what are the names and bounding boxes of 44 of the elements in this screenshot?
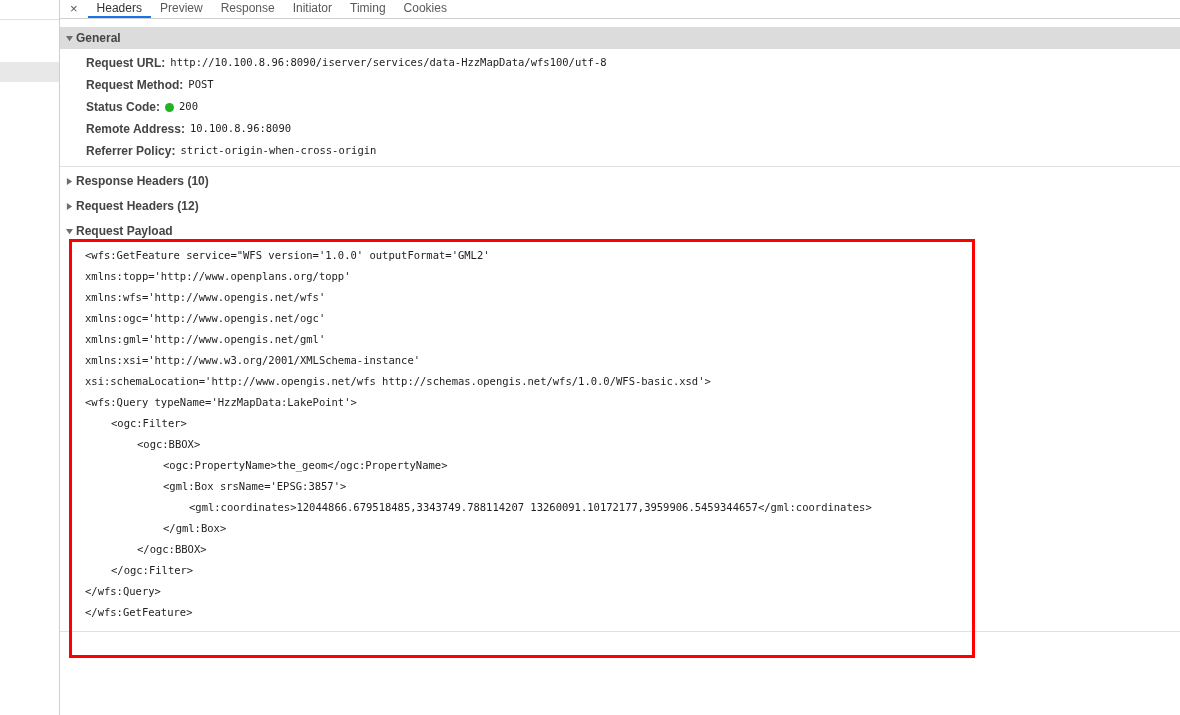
code-line: xmlns:xsi='http://www.w3.org/2001/XMLSchema-instance' xyxy=(85,352,421,368)
field-value: http://10.100.8.96:8090/iserver/services/data-HzzMapData/wfs100/utf-8 xyxy=(170,55,607,71)
code-line: xsi:schemaLocation='http://www.opengis.net/wfs http://schemas.opengis.net/wfs/1.0.0/WFS-basic.xsd'> xyxy=(85,373,711,389)
close-button[interactable]: × xyxy=(68,0,80,18)
tab[interactable]: Response xyxy=(211,0,284,18)
code-line: </ogc:BBOX> xyxy=(137,541,207,557)
tab[interactable]: Headers xyxy=(87,0,151,18)
expanded-triangle-icon xyxy=(66,227,73,235)
tab[interactable]: Timing xyxy=(341,0,395,18)
tab[interactable]: Preview xyxy=(150,0,212,18)
code-line: <gml:Box srsName='EPSG:3857'> xyxy=(163,478,347,494)
section-header[interactable]: Request Payload xyxy=(60,220,1180,242)
section-header[interactable]: General xyxy=(60,27,1180,49)
section-header[interactable]: Request Headers (12) xyxy=(60,195,1180,217)
code-line: </ogc:Filter> xyxy=(111,562,194,578)
field-label: Request Method: xyxy=(86,77,184,94)
code-line: <wfs:Query typeName='HzzMapData:LakePoint'> xyxy=(85,394,357,410)
code-line: <ogc:PropertyName>the_geom</ogc:PropertyName> xyxy=(163,457,448,474)
code-line: xmlns:ogc='http://www.opengis.net/ogc' xyxy=(85,310,326,326)
tab[interactable]: Initiator xyxy=(283,0,342,18)
field-label: Referrer Policy: xyxy=(86,143,176,160)
field-value: POST xyxy=(188,77,214,93)
expanded-triangle-icon xyxy=(66,34,73,42)
tab[interactable]: Cookies xyxy=(394,0,456,18)
field-value: strict-origin-when-cross-origin xyxy=(180,143,377,159)
code-line: xmlns:wfs='http://www.opengis.net/wfs' xyxy=(85,289,326,305)
code-line: <ogc:BBOX> xyxy=(137,436,201,452)
field-label: Status Code: xyxy=(86,99,160,116)
field-value: 200 xyxy=(179,99,198,115)
field-value: 10.100.8.96:8090 xyxy=(189,121,292,137)
field-label: Request URL: xyxy=(86,55,166,72)
code-line: </wfs:Query> xyxy=(85,583,161,599)
code-line: xmlns:topp='http://www.openplans.org/topp' xyxy=(85,268,351,284)
selected-row-highlight xyxy=(0,62,59,82)
code-line: <gml:coordinates>12044866.679518485,3343749.788114207 13260091.10172177,3959906.5459344657</gml:coordinates> xyxy=(189,499,872,515)
code-line: </gml:Box> xyxy=(163,520,227,536)
code-line: <wfs:GetFeature service="WFS version='1.0.0' outputFormat='GML2' xyxy=(85,247,490,263)
code-line: </wfs:GetFeature> xyxy=(85,604,193,620)
section-header[interactable]: Response Headers (10) xyxy=(60,170,1180,192)
code-line: xmlns:gml='http://www.opengis.net/gml' xyxy=(85,331,326,347)
collapsed-triangle-icon xyxy=(66,202,73,210)
collapsed-triangle-icon xyxy=(66,177,73,185)
code-line: <ogc:Filter> xyxy=(111,415,187,431)
field-label: Remote Address: xyxy=(86,121,185,138)
